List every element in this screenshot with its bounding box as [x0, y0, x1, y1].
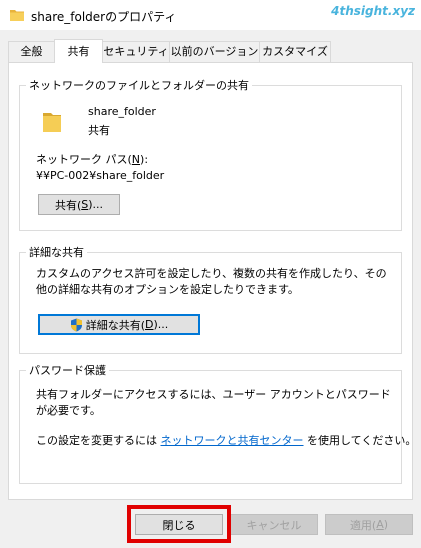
large-folder-icon [42, 111, 62, 136]
tab-customize[interactable]: カスタマイズ [259, 41, 331, 62]
advanced-sharing-group: 詳細な共有 [19, 244, 402, 354]
title-bar: share_folderのプロパティ 4thsight.xyz [0, 0, 421, 30]
password-protection-group: パスワード保護 [19, 362, 402, 484]
folder-icon [9, 8, 25, 25]
tab-previous-versions[interactable]: 以前のバージョン [169, 41, 260, 62]
network-path-value: ¥¥PC-002¥share_folder [36, 169, 165, 182]
folder-share-status: 共有 [88, 124, 110, 137]
network-path-label: ネットワーク パス(N): [36, 153, 149, 166]
change-setting-text: この設定を変更するには ネットワークと共有センター を使用してください。 [36, 434, 417, 447]
advanced-sharing-button[interactable]: 詳細な共有(D)... [38, 314, 200, 335]
tab-sharing[interactable]: 共有 [54, 39, 103, 63]
cancel-button[interactable]: キャンセル [230, 514, 318, 535]
apply-button[interactable]: 適用(A) [325, 514, 413, 535]
folder-name: share_folder [88, 105, 156, 118]
password-protection-description: 共有フォルダーにアクセスするには、ユーザー アカウントとパスワードが必要です。 [36, 388, 391, 417]
close-button-highlight [127, 505, 231, 543]
tab-general[interactable]: 全般 [8, 41, 55, 62]
password-protection-group-title: パスワード保護 [29, 364, 106, 377]
share-button[interactable]: 共有(S)... [38, 194, 120, 215]
network-sharing-group-title: ネットワークのファイルとフォルダーの共有 [29, 79, 249, 92]
advanced-sharing-description: カスタムのアクセス許可を設定したり、複数の共有を作成したり、その他の詳細な共有の… [36, 267, 387, 296]
watermark: 4thsight.xyz [331, 4, 415, 18]
shield-icon [70, 318, 83, 332]
network-sharing-center-link[interactable]: ネットワークと共有センター [161, 434, 304, 447]
window-title: share_folderのプロパティ [31, 10, 177, 24]
sharing-panel: ネットワークのファイルとフォルダーの共有 share_folder 共有 ネット… [8, 62, 417, 500]
advanced-sharing-group-title: 詳細な共有 [29, 246, 84, 259]
tab-security[interactable]: セキュリティ [102, 41, 170, 62]
